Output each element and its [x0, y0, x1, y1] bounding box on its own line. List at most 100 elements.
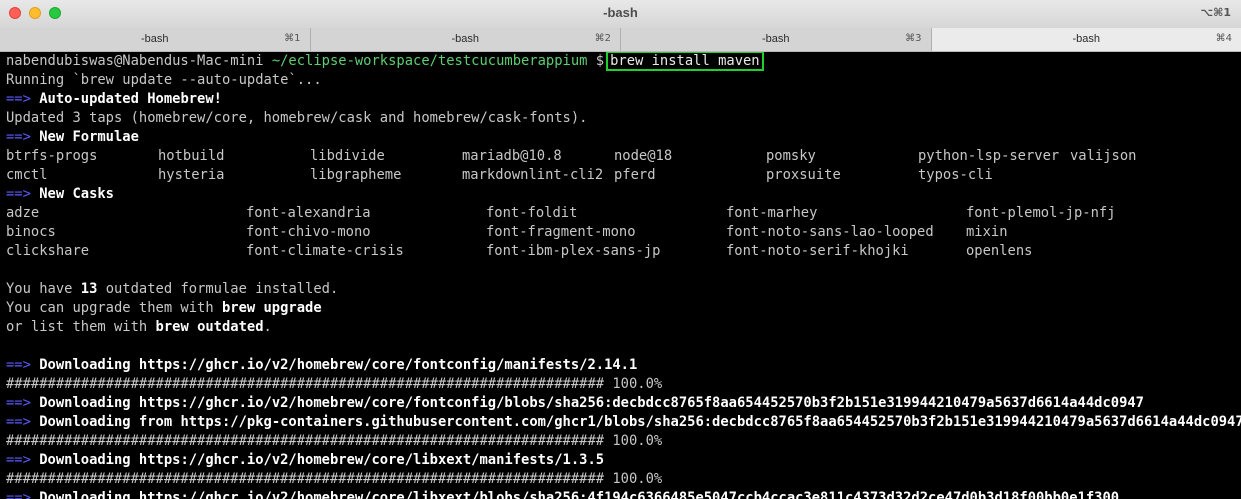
output-line: ==> Auto-updated Homebrew! — [0, 90, 1241, 109]
formula-item: mariadb@10.8 — [462, 148, 562, 164]
download-line: ==> Downloading from https://pkg-contain… — [0, 413, 1241, 432]
cask-item: font-ibm-plex-sans-jp — [486, 243, 661, 259]
title-bar[interactable]: -bash ⌥⌘1 — [0, 0, 1241, 28]
upgrade-text: You can upgrade them with — [6, 300, 222, 316]
formulae-row: btrfs-progs hotbuild libdivide mariadb@1… — [0, 147, 1241, 166]
outdated-count: 13 — [80, 281, 98, 297]
arrow-marker: ==> — [6, 186, 31, 202]
output-line: Running `brew update --auto-update`... — [6, 72, 322, 88]
download-text: Downloading https://ghcr.io/v2/homebrew/… — [39, 357, 638, 373]
casks-row: clickshare font-climate-crisis font-ibm-… — [0, 242, 1241, 261]
tab-shortcut: ⌘2 — [594, 33, 611, 44]
arrow-marker: ==> — [6, 91, 31, 107]
download-line: ==> Downloading https://ghcr.io/v2/homeb… — [0, 489, 1241, 499]
tab-title: -bash — [140, 33, 169, 45]
prompt-path: ~/eclipse-workspace/testcucumberappium — [271, 53, 588, 69]
cask-item: font-foldit — [486, 205, 578, 221]
cask-item: font-noto-serif-khojki — [726, 243, 909, 259]
arrow-marker: ==> — [6, 414, 31, 430]
output-line: Updated 3 taps (homebrew/core, homebrew/… — [6, 110, 588, 126]
tab-title: -bash — [761, 33, 790, 45]
cask-item: font-alexandria — [246, 205, 371, 221]
formulae-row: cmctl hysteria libgrapheme markdownlint-… — [0, 166, 1241, 185]
output-line: ==> New Formulae — [0, 128, 1241, 147]
tab-2[interactable]: -bash ⌘2 — [311, 28, 621, 51]
cask-item: font-chivo-mono — [246, 224, 371, 240]
output-line: You have 13 outdated formulae installed. — [0, 280, 1241, 299]
tab-3[interactable]: -bash ⌘3 — [621, 28, 932, 51]
list-text: or list them with — [6, 319, 156, 335]
download-text: Downloading https://ghcr.io/v2/homebrew/… — [39, 490, 1120, 499]
arrow-marker: ==> — [6, 357, 31, 373]
formula-item: markdownlint-cli2 — [462, 167, 604, 183]
cask-item: font-plemol-jp-nfj — [966, 205, 1116, 221]
progress-line: ########################################… — [6, 471, 663, 487]
download-line: ==> Downloading https://ghcr.io/v2/homeb… — [0, 356, 1241, 375]
arrow-marker: ==> — [6, 395, 31, 411]
cask-item: clickshare — [6, 243, 90, 259]
prompt-user: nabendubiswas@Nabendus-Mac-mini — [6, 53, 272, 69]
prompt-line: nabendubiswas@Nabendus-Mac-mini ~/eclips… — [0, 52, 1241, 71]
tab-title: -bash — [451, 33, 480, 45]
arrow-marker: ==> — [6, 452, 31, 468]
upgrade-command: brew upgrade — [221, 300, 322, 316]
arrow-marker: ==> — [6, 129, 31, 145]
cask-item: font-fragment-mono — [486, 224, 636, 240]
formula-item: typos-cli — [918, 167, 993, 183]
download-text: Downloading https://ghcr.io/v2/homebrew/… — [39, 452, 605, 468]
formula-item: cmctl — [6, 167, 48, 183]
formula-item: valijson — [1070, 148, 1137, 164]
cask-item: font-climate-crisis — [246, 243, 404, 259]
output-line: or list them with brew outdated. — [0, 318, 1241, 337]
formula-item: python-lsp-server — [918, 148, 1060, 164]
list-text: . — [263, 319, 272, 335]
list-command: brew outdated — [155, 319, 264, 335]
download-line: ==> Downloading https://ghcr.io/v2/homeb… — [0, 394, 1241, 413]
tab-4-active[interactable]: -bash ⌘4 — [931, 28, 1241, 51]
progress-line: ########################################… — [6, 433, 663, 449]
formula-item: pferd — [614, 167, 656, 183]
tab-shortcut: ⌘3 — [905, 33, 922, 44]
window-title: -bash — [603, 5, 638, 20]
prompt-symbol: $ — [587, 53, 605, 69]
formula-item: libdivide — [310, 148, 385, 164]
formula-item: hotbuild — [158, 148, 225, 164]
terminal-window: -bash ⌥⌘1 -bash ⌘1 -bash ⌘2 -bash ⌘3 -ba… — [0, 0, 1241, 499]
download-text: Downloading https://ghcr.io/v2/homebrew/… — [39, 395, 1144, 411]
formula-item: pomsky — [766, 148, 816, 164]
output-line: You can upgrade them with brew upgrade — [0, 299, 1241, 318]
outdated-text: You have — [6, 281, 81, 297]
casks-row: binocs font-chivo-mono font-fragment-mon… — [0, 223, 1241, 242]
command-text: brew install maven — [606, 52, 764, 71]
formula-item: hysteria — [158, 167, 225, 183]
terminal-output[interactable]: nabendubiswas@Nabendus-Mac-mini ~/eclips… — [0, 52, 1241, 499]
tab-bar: -bash ⌘1 -bash ⌘2 -bash ⌘3 -bash ⌘4 — [0, 28, 1241, 52]
cask-item: binocs — [6, 224, 56, 240]
casks-row: adze font-alexandria font-foldit font-ma… — [0, 204, 1241, 223]
outdated-text: outdated formulae installed. — [97, 281, 339, 297]
formula-item: libgrapheme — [310, 167, 402, 183]
arrow-marker: ==> — [6, 490, 31, 499]
heading-text: Auto-updated Homebrew! — [39, 91, 222, 107]
progress-line: ########################################… — [6, 376, 663, 392]
download-text: Downloading from https://pkg-containers.… — [39, 414, 1241, 430]
window-shortcut: ⌥⌘1 — [1200, 6, 1231, 19]
cask-item: font-marhey — [726, 205, 818, 221]
section-heading: New Casks — [39, 186, 114, 202]
tab-shortcut: ⌘4 — [1215, 33, 1232, 44]
tab-shortcut: ⌘1 — [284, 33, 301, 44]
formula-item: node@18 — [614, 148, 673, 164]
tab-title: -bash — [1072, 33, 1101, 45]
cask-item: adze — [6, 205, 40, 221]
formula-item: proxsuite — [766, 167, 841, 183]
formula-item: btrfs-progs — [6, 148, 98, 164]
download-line: ==> Downloading https://ghcr.io/v2/homeb… — [0, 451, 1241, 470]
tab-1[interactable]: -bash ⌘1 — [0, 28, 311, 51]
cask-item: font-noto-sans-lao-looped — [726, 224, 934, 240]
cask-item: openlens — [966, 243, 1033, 259]
output-line: ==> New Casks — [0, 185, 1241, 204]
section-heading: New Formulae — [39, 129, 139, 145]
cask-item: mixin — [966, 224, 1008, 240]
